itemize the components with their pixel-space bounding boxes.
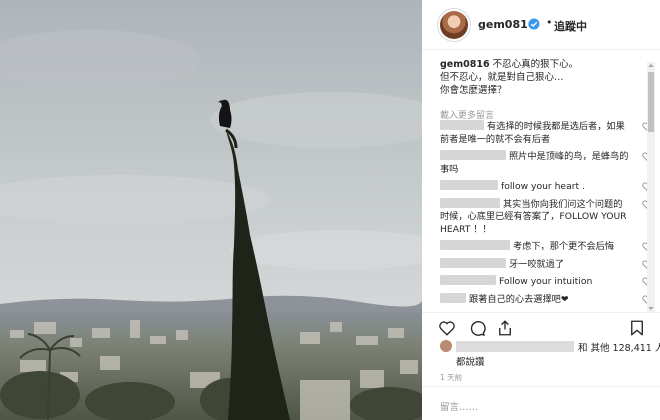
comment-item: 跟著自己的心去選擇吧❤ — [440, 292, 652, 307]
following-button[interactable]: 追蹤中 — [554, 18, 587, 34]
comment-text: 考虑下，那个更不会后悔 — [513, 241, 615, 252]
liker-username-redacted — [456, 341, 574, 352]
post-side-panel: gem0816 • 追蹤中 gem0816 不忍心真的狠下心。 但不忍心，就是對… — [422, 0, 660, 420]
caption-username[interactable]: gem0816 — [440, 59, 490, 70]
likes-count-text: 和 其他 128,411 人 — [578, 343, 660, 354]
post-caption: gem0816 不忍心真的狠下心。 但不忍心，就是對自己狠心… 你會怎麼選擇？ — [440, 58, 645, 97]
likes-summary[interactable]: 和 其他 128,411 人 都說讚 — [440, 340, 660, 368]
profile-avatar[interactable] — [440, 11, 468, 39]
comments-scrollbar[interactable] — [647, 62, 655, 312]
caption-line: 不忍心真的狠下心。 — [492, 59, 579, 70]
comment-item: 牙一咬就過了 — [440, 257, 652, 272]
comment-item: 考虑下，那个更不会后悔 — [440, 240, 652, 254]
comment-username-redacted[interactable] — [440, 197, 500, 208]
verified-badge-icon — [528, 18, 540, 30]
comment-username-redacted[interactable] — [440, 292, 466, 303]
post-timestamp[interactable]: 1 天前 — [440, 372, 462, 383]
comment-text: Follow your intuition — [499, 276, 593, 287]
add-comment-bar: 留言…… — [422, 386, 660, 420]
comment-text: 牙一咬就過了 — [509, 258, 565, 270]
comment-text: follow your heart . — [501, 181, 585, 192]
liker-avatar — [440, 340, 452, 352]
comment-item: 有选择的时候我都是选后者，如果前者是唯一的就不会有后者 — [440, 120, 652, 146]
caption-line: 但不忍心，就是對自己狠心… — [440, 72, 564, 83]
post-header: gem0816 • 追蹤中 — [422, 0, 660, 50]
comment-item: 其实当你向我们问这个问题的时候，心底里已經有答案了，FOLLOW YOUR HE… — [440, 197, 652, 237]
comment-item: Follow your intuition — [440, 275, 652, 289]
likes-suffix-text: 都說讚 — [456, 357, 485, 368]
header-username[interactable]: gem0816 — [478, 18, 535, 31]
post-actions-bar — [422, 312, 660, 340]
comment-username-redacted[interactable] — [440, 180, 498, 190]
comment-username-redacted[interactable] — [440, 150, 506, 160]
comment-list[interactable]: 有选择的时候我都是选后者，如果前者是唯一的就不会有后者 照片中是顶峰的鸟，是蜂鸟… — [440, 120, 655, 312]
comment-username-redacted[interactable] — [440, 240, 510, 250]
comment-text: 跟著自己的心去選擇吧❤ — [469, 293, 569, 305]
header-separator: • — [546, 16, 553, 29]
add-comment-input[interactable]: 留言…… — [440, 399, 478, 413]
comment-item: follow your heart . — [440, 180, 652, 194]
comment-username-redacted[interactable] — [440, 120, 484, 130]
heart-icon[interactable] — [438, 319, 456, 337]
caption-line: 你會怎麼選擇？ — [440, 85, 507, 96]
comment-username-redacted[interactable] — [440, 257, 506, 268]
comment-icon[interactable] — [468, 319, 486, 337]
comment-item: 照片中是顶峰的鸟，是蜂鸟的事吗 — [440, 150, 652, 176]
share-icon[interactable] — [496, 319, 514, 337]
post-photo[interactable] — [0, 0, 422, 420]
bookmark-icon[interactable] — [628, 319, 646, 337]
comment-username-redacted[interactable] — [440, 275, 496, 285]
